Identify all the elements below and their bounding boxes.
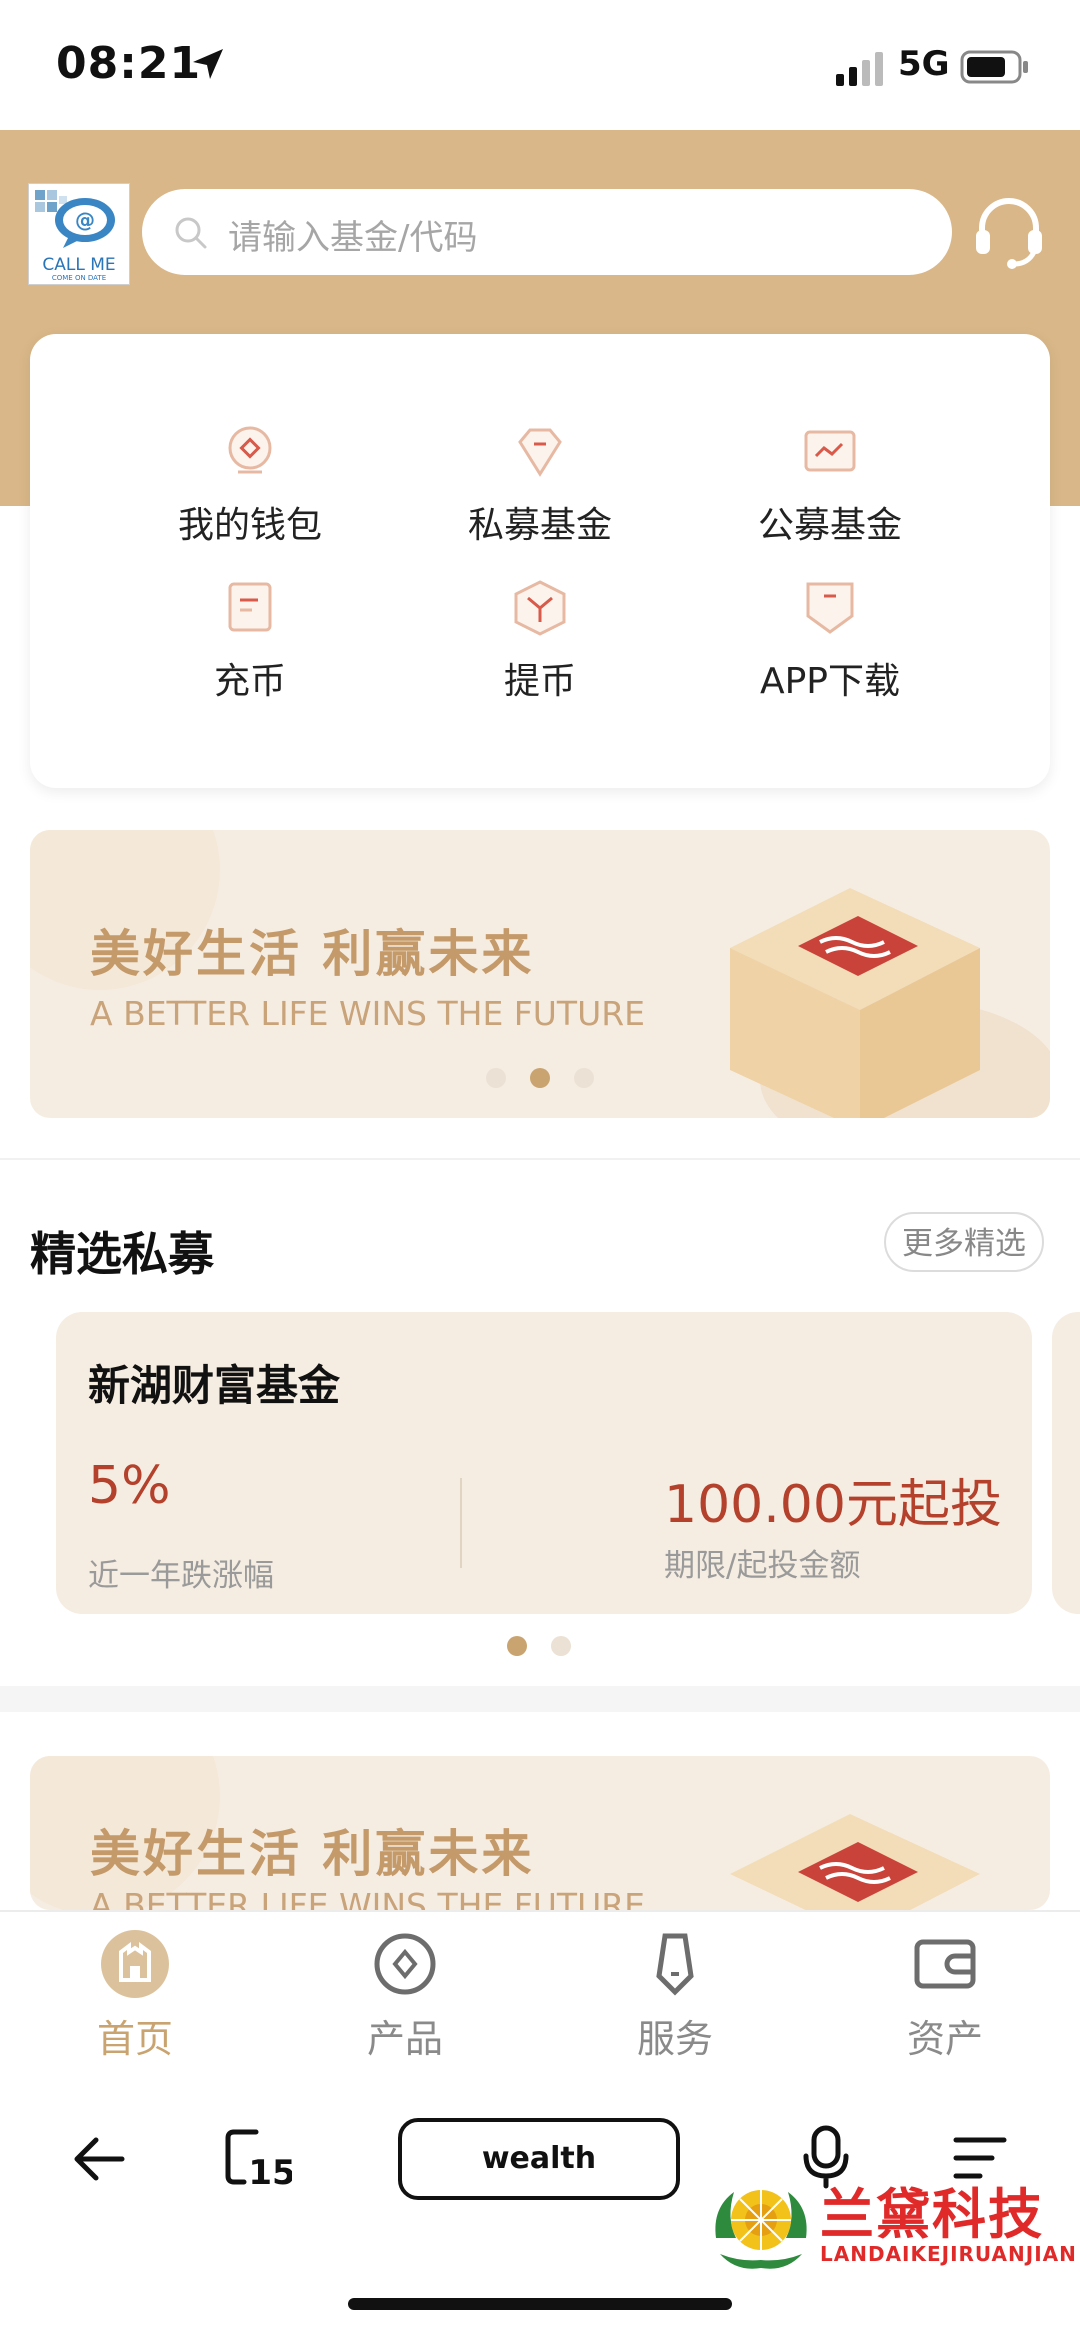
tab-label: 产品 (366, 2017, 443, 2061)
tabs-count-icon[interactable]: 15 (222, 2126, 296, 2196)
menu-label: 充币 (213, 661, 286, 702)
tab-label: 首页 (96, 2017, 173, 2061)
fund-pager-dot[interactable] (551, 1636, 571, 1656)
signal-icon (836, 52, 886, 90)
menu-label: 我的钱包 (177, 505, 322, 546)
network-label: 5G (898, 44, 950, 84)
more-button[interactable]: 更多精选 (884, 1212, 1044, 1272)
back-arrow-icon[interactable] (70, 2130, 128, 2192)
watermark-logo (706, 2168, 816, 2282)
battery-icon (960, 50, 1030, 88)
divider (0, 1158, 1080, 1160)
wallet-icon (228, 426, 272, 474)
fund-divider (460, 1478, 462, 1568)
fund-amount-label: 期限/起投金额 (664, 1548, 861, 1584)
menu-item-public-fund[interactable]: 公募基金 (680, 422, 980, 548)
carousel-dot-active[interactable] (530, 1068, 550, 1088)
banner-subtitle: A BETTER LIFE WINS THE FUTURE (90, 994, 646, 1033)
fund-pager-dot-active[interactable] (507, 1636, 527, 1656)
tab-label: 服务 (636, 2017, 713, 2061)
home-indicator[interactable] (348, 2298, 732, 2310)
tab-product[interactable]: 产品 (305, 1928, 505, 2063)
promo-banner-2[interactable]: 美好生活 利赢未来 A BETTER LIFE WINS THE FUTURE (30, 1756, 1050, 1910)
tabs-count: 15 (248, 2153, 292, 2192)
quick-menu-card: 我的钱包 私募基金 公募基金 充币 提币 APP下载 (30, 334, 1050, 788)
fund-rate-label: 近一年跌涨幅 (88, 1558, 274, 1594)
section-separator (0, 1686, 1080, 1712)
location-arrow-icon (190, 46, 226, 86)
deposit-icon (228, 582, 272, 632)
menu-item-withdraw[interactable]: 提币 (390, 578, 690, 704)
svg-text:@: @ (75, 208, 95, 232)
menu-label: 私募基金 (467, 505, 612, 546)
menu-item-wallet[interactable]: 我的钱包 (100, 422, 400, 548)
banner-subtitle: A BETTER LIFE WINS THE FUTURE (90, 1886, 646, 1910)
fund-min-amount: 100.00元起投 (664, 1475, 1002, 1535)
search-placeholder[interactable]: 请输入基金/代码 (228, 210, 477, 259)
promo-banner[interactable]: 美好生活 利赢未来 A BETTER LIFE WINS THE FUTURE (30, 830, 1050, 1118)
carousel-dot[interactable] (574, 1068, 594, 1088)
tab-home[interactable]: 首页 (35, 1928, 235, 2063)
fund-card-next-peek[interactable] (1052, 1312, 1080, 1614)
public-fund-icon (804, 430, 856, 472)
section-title: 精选私募 (30, 1227, 214, 1281)
menu-item-private-fund[interactable]: 私募基金 (390, 422, 690, 548)
logo-text: CALL ME (42, 255, 115, 275)
tab-assets[interactable]: 资产 (845, 1928, 1045, 2063)
menu-label: 公募基金 (757, 505, 902, 546)
menu-label: APP下载 (759, 661, 901, 702)
logo-subtext: COME ON DATE (52, 274, 106, 282)
private-fund-icon (518, 428, 562, 477)
carousel-dot[interactable] (486, 1068, 506, 1088)
customer-service-icon[interactable] (968, 190, 1050, 276)
watermark-subtext: LANDAIKEJIRUANJIAN (820, 2242, 1077, 2266)
menu-item-app-download[interactable]: APP下载 (680, 578, 980, 704)
menu-item-deposit[interactable]: 充币 (100, 578, 400, 704)
assets-icon (914, 1939, 976, 1989)
banner-title: 美好生活 利赢未来 (90, 925, 535, 983)
app-logo[interactable]: @ CALL ME COME ON DATE (28, 183, 130, 285)
menu-label: 提币 (503, 661, 576, 702)
address-bar[interactable]: wealth (398, 2118, 680, 2200)
withdraw-icon (514, 580, 566, 636)
watermark-text: 兰黛科技 (820, 2183, 1044, 2246)
banner-title: 美好生活 利赢未来 (90, 1825, 535, 1883)
fund-rate: 5% (88, 1456, 171, 1516)
product-icon (374, 1933, 436, 1995)
status-time: 08:21 (56, 38, 202, 89)
app-download-icon (806, 582, 854, 634)
service-icon (656, 1933, 694, 1996)
search-icon (172, 214, 210, 256)
fund-name: 新湖财富基金 (88, 1361, 341, 1410)
tab-service[interactable]: 服务 (575, 1928, 775, 2063)
home-icon (101, 1930, 169, 1998)
tab-label: 资产 (906, 2017, 983, 2061)
